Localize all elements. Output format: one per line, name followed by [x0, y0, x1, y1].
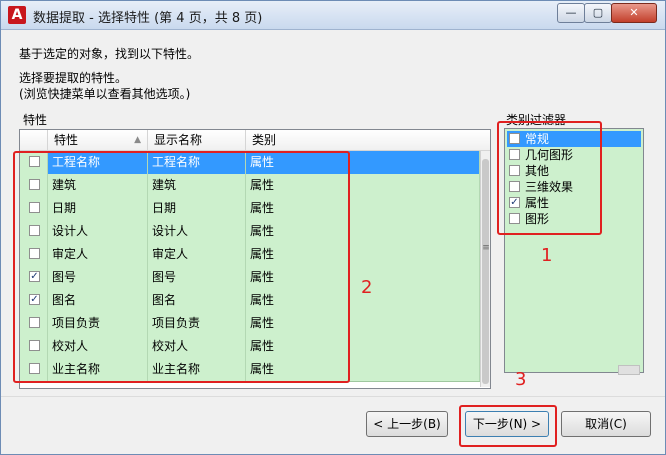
annotation-label-1: 1: [541, 245, 553, 266]
grid-header: 特性 ▲ 显示名称 类别: [20, 130, 490, 151]
close-button[interactable]: ✕: [611, 3, 657, 23]
annotation-label-3: 3: [515, 369, 527, 390]
column-header-category[interactable]: 类别: [246, 130, 480, 150]
column-header-display-name[interactable]: 显示名称: [148, 130, 246, 150]
cancel-button[interactable]: 取消(C): [561, 411, 651, 437]
annotation-box-2: [13, 151, 350, 383]
title-bar[interactable]: A 数据提取 - 选择特性 (第 4 页，共 8 页) — ▢ ✕: [1, 1, 665, 30]
dialog-window: A 数据提取 - 选择特性 (第 4 页，共 8 页) — ▢ ✕ 基于选定的对…: [0, 0, 666, 455]
annotation-box-3: [459, 405, 557, 447]
sort-ascending-icon: ▲: [134, 135, 141, 145]
annotation-box-1: [497, 121, 602, 235]
back-button[interactable]: < 上一步(B): [366, 411, 448, 437]
header-checkbox-column: [20, 130, 48, 150]
intro-text-hint: (浏览快捷菜单以查看其他选项。): [19, 87, 191, 101]
annotation-label-2: 2: [361, 277, 373, 298]
intro-text-select: 选择要提取的特性。: [19, 71, 128, 85]
autocad-logo-icon: A: [8, 6, 26, 24]
minimize-button[interactable]: —: [557, 3, 585, 23]
grid-scrollbar-thumb[interactable]: [482, 159, 489, 384]
intro-text-found: 基于选定的对象，找到以下特性。: [19, 47, 200, 61]
grid-scrollbar[interactable]: ≡: [480, 151, 490, 387]
window-title: 数据提取 - 选择特性 (第 4 页，共 8 页): [33, 11, 263, 26]
column-header-property[interactable]: 特性 ▲: [48, 130, 148, 150]
filter-resize-grip-icon: [618, 365, 640, 375]
maximize-button[interactable]: ▢: [584, 3, 612, 23]
column-header-property-label: 特性: [54, 133, 79, 147]
properties-group-label: 特性: [23, 113, 48, 127]
scroll-grip-icon: ≡: [482, 243, 490, 253]
